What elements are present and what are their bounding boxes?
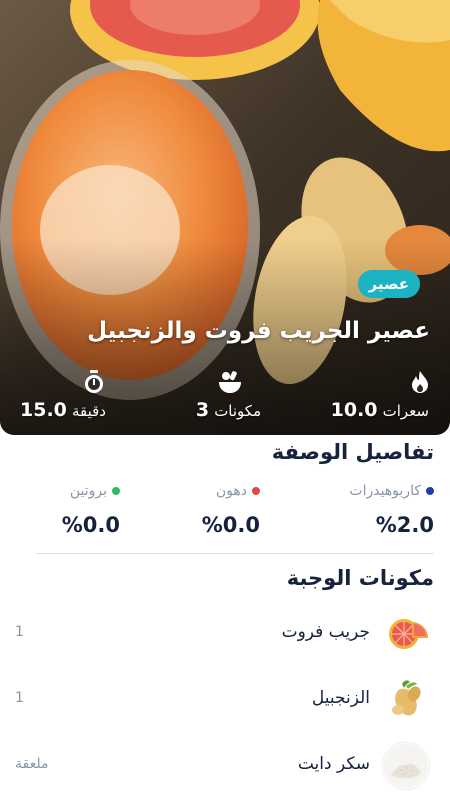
ingredient-qty: 1 <box>15 690 24 706</box>
carbs-label: كاربوهيدرات <box>349 483 421 499</box>
fat-label: دهون <box>215 483 247 499</box>
ingredients-unit: مكونات <box>214 402 262 420</box>
recipe-page: عصير عصير الجريب فروت والزنجبيل 10.0 سعر… <box>0 0 450 800</box>
recipe-title: عصير الجريب فروت والزنجبيل <box>87 318 430 344</box>
macro-carbs: كاربوهيدرات %2.0 <box>304 483 434 537</box>
fat-value: %0.0 <box>201 513 260 537</box>
timer-icon <box>85 370 103 393</box>
protein-value: %0.0 <box>61 513 120 537</box>
carbs-dot <box>426 487 434 495</box>
calories-value: 10.0 <box>330 399 378 421</box>
macro-fat: دهون %0.0 <box>130 483 260 537</box>
details-heading: تفاصيل الوصفة <box>271 440 434 464</box>
flame-icon <box>412 371 428 393</box>
ingredient-name: الزنجبيل <box>311 688 370 708</box>
category-badge: عصير <box>357 270 420 298</box>
stat-ingredients: 3 مكونات <box>160 370 300 421</box>
sugar-icon <box>382 742 430 790</box>
macro-protein: بروتين %0.0 <box>0 483 120 537</box>
ingredients-heading: مكونات الوجبة <box>286 566 434 590</box>
grapefruit-icon <box>384 610 430 656</box>
protein-dot <box>112 487 120 495</box>
fat-dot <box>252 487 260 495</box>
time-unit: دقيقة <box>71 402 106 420</box>
ingredient-item[interactable]: الزنجبيل 1 <box>0 676 450 726</box>
mixing-bowl-icon <box>219 371 241 393</box>
section-divider <box>36 553 434 554</box>
ingredients-count: 3 <box>195 399 210 421</box>
ginger-icon <box>384 676 430 722</box>
time-value: 15.0 <box>20 399 67 421</box>
carbs-value: %2.0 <box>375 513 434 537</box>
stat-time: 15.0 دقيقة <box>20 370 160 421</box>
protein-label: بروتين <box>69 483 107 499</box>
recipe-hero: عصير عصير الجريب فروت والزنجبيل 10.0 سعر… <box>0 0 450 435</box>
ingredient-qty: ملعقة <box>15 756 49 772</box>
calories-unit: سعرات <box>382 402 429 420</box>
stat-calories: 10.0 سعرات <box>292 370 432 421</box>
ingredient-name: جريب فروت <box>281 622 370 642</box>
ingredient-name: سكر دايت <box>297 754 370 774</box>
ingredient-item[interactable]: سكر دايت ملعقة <box>0 742 450 792</box>
ingredient-item[interactable]: جريب فروت 1 <box>0 610 450 660</box>
ingredient-qty: 1 <box>15 624 24 640</box>
